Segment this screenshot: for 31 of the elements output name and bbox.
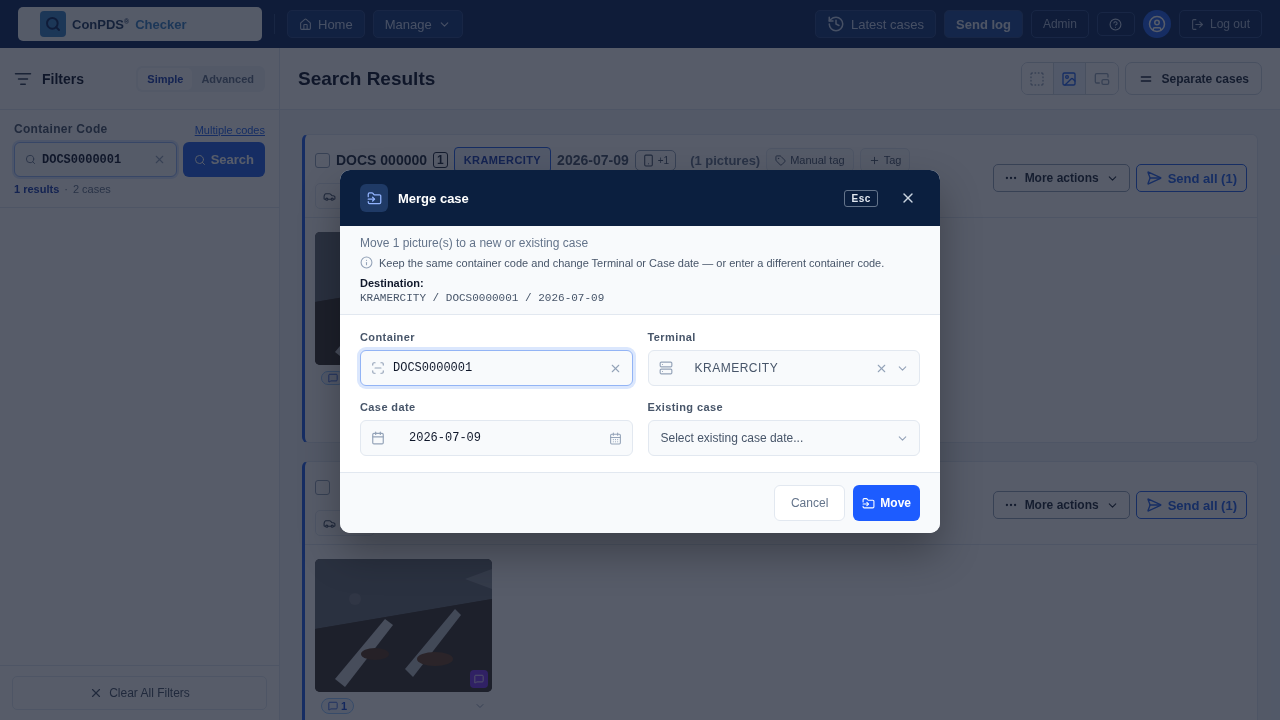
field-label: Container — [360, 331, 416, 343]
select-field[interactable]: KRAMERCITY — [647, 350, 920, 386]
folder-icon — [862, 496, 876, 510]
folder-icon — [360, 184, 388, 212]
info-icon — [360, 256, 373, 269]
multiple-codes-link[interactable]: Multiple codes — [194, 124, 265, 136]
dialog-title: Merge case — [398, 190, 470, 206]
select-field[interactable]: Select existing case date... — [647, 420, 920, 456]
calendar-icon — [608, 431, 622, 445]
cancel-button[interactable]: Cancel — [773, 485, 846, 521]
input-field[interactable]: DOCS0000001 — [360, 350, 633, 386]
destination-label: Destination: — [360, 277, 425, 289]
separator: · — [64, 183, 68, 195]
brand-name: ConPDS$^{®}$ — [72, 16, 130, 32]
destination-path: KRAMERCITY / DOCS0000001 / 2026-07-09 — [360, 292, 606, 304]
move-button[interactable]: Move — [853, 485, 920, 521]
field-label: Case date — [360, 401, 417, 413]
field-label: Terminal — [647, 331, 697, 343]
scan-icon — [371, 361, 385, 375]
case-title: DOCS 000000 — [336, 152, 428, 168]
dialog-note: Keep the same container code and change Terminal or Case date — or enter a different container code. — [379, 256, 885, 269]
dialog-description: Move 1 picture(s) to a new or existing case — [360, 236, 590, 250]
field-label: Existing case — [647, 401, 724, 413]
brand-suffix: Checker — [135, 16, 187, 32]
calendar-icon — [371, 431, 385, 445]
esc-key: Esc — [844, 189, 878, 207]
page-title: Search Results — [298, 67, 437, 90]
server-icon — [658, 361, 673, 375]
results-count: 1 results — [14, 183, 60, 195]
filters-title: Filters — [42, 70, 85, 87]
input-field[interactable]: 2026-07-09 — [360, 420, 633, 456]
